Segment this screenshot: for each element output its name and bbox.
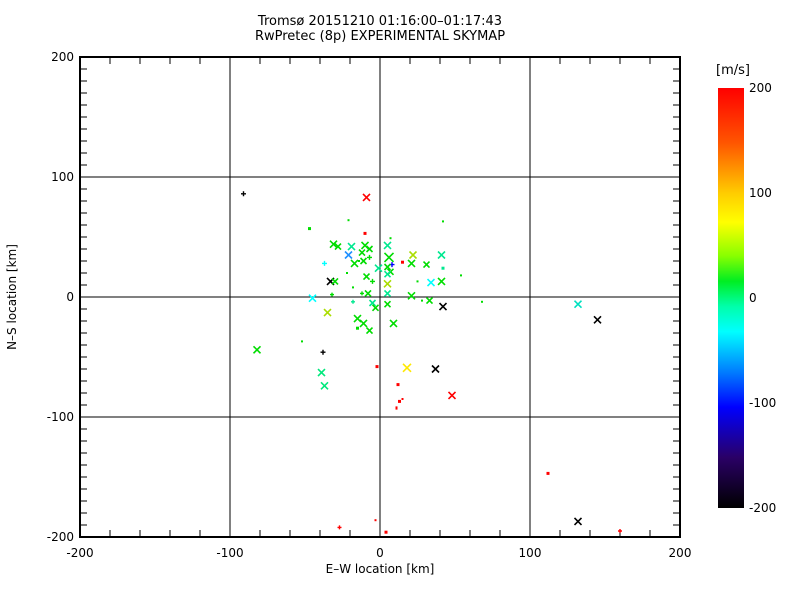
x-tick-label: 100 [519, 546, 542, 560]
scatter-point [383, 241, 392, 250]
scatter-point [323, 308, 332, 317]
scatter-point [365, 327, 374, 335]
scatter-point [363, 231, 367, 235]
colorbar-unit-label: [m/s] [716, 63, 750, 78]
scatter-point [252, 345, 262, 354]
scatter-point [360, 291, 364, 296]
scatter-point [383, 300, 392, 308]
scatter-point [347, 242, 356, 251]
x-tick-label: 0 [376, 546, 384, 560]
scatter-point [396, 383, 400, 387]
scatter-point [389, 237, 392, 240]
scatter-point [395, 407, 398, 410]
colorbar-tick-label: -200 [749, 501, 776, 515]
scatter-point [593, 315, 602, 324]
scatter-point [367, 254, 372, 260]
scatter-point [331, 277, 339, 285]
colorbar-tick-label: -100 [749, 396, 776, 410]
scatter-point [442, 220, 444, 223]
colorbar-tick-label: 100 [749, 186, 772, 200]
scatter-point [481, 300, 483, 303]
scatter-point [362, 193, 371, 202]
scatter-point [384, 530, 388, 534]
scatter-point [320, 349, 326, 355]
scatter-point [573, 517, 583, 526]
scatter-point [362, 273, 371, 281]
scatter-point [383, 279, 392, 288]
x-tick-label: 200 [669, 546, 692, 560]
scatter-point [421, 299, 423, 302]
scatter-point [374, 519, 377, 522]
scatter-point [241, 191, 246, 197]
x-tick-label: -100 [216, 546, 243, 560]
scatter-point [322, 260, 327, 266]
colorbar-tick-label: 0 [749, 291, 757, 305]
scatter-point [330, 292, 334, 297]
scatter-point [389, 319, 398, 328]
scatter-point [426, 278, 436, 287]
x-axis-label: E–W location [km] [326, 562, 435, 576]
scatter-point [308, 227, 311, 231]
scatter-point [618, 529, 622, 533]
scatter-point [401, 260, 404, 264]
scatter-point [383, 289, 392, 297]
scatter-point [301, 340, 303, 343]
scatter-point [383, 252, 395, 263]
scatter-point [359, 257, 368, 265]
scatter-point [320, 381, 329, 390]
scatter-point [447, 391, 457, 400]
scatter-point [416, 280, 419, 283]
scatter-point [407, 259, 416, 268]
scatter-point [374, 264, 383, 273]
scatter-point [358, 249, 366, 257]
scatter-point [422, 261, 431, 269]
scatter-point [358, 260, 360, 262]
scatter-point [573, 300, 583, 309]
scatter-point [402, 363, 412, 373]
scatter-point [347, 219, 350, 222]
scatter-point [425, 297, 434, 305]
scatter-point [353, 314, 362, 323]
scatter-point [337, 525, 342, 530]
scatter-point [375, 365, 379, 369]
y-tick-label: 0 [66, 290, 74, 304]
scatter-point [364, 289, 372, 297]
scatter-point [351, 299, 355, 304]
skymap-plot: -200 -100 0 100 200 -200 -100 0 100 200 E–W locati… [5, 50, 776, 576]
scatter-point [365, 245, 374, 253]
scatter-point [398, 399, 401, 403]
scatter-point [437, 250, 446, 260]
scatter-point [401, 398, 404, 400]
scatter-point [359, 319, 368, 328]
scatter-point [346, 272, 348, 274]
scatter-point [437, 277, 446, 286]
scatter-point [350, 259, 359, 268]
x-tick-label: -200 [66, 546, 93, 560]
scatter-point [407, 291, 416, 300]
scatter-point [441, 266, 445, 270]
scatter-point [317, 368, 326, 377]
scatter-point [546, 471, 550, 475]
scatter-point [356, 326, 359, 330]
scatter-point [383, 270, 392, 278]
scatter-point [352, 286, 354, 289]
colorbar [718, 88, 744, 508]
scatter-point [460, 274, 462, 277]
y-tick-label: 100 [51, 170, 74, 184]
scatter-point [308, 294, 317, 303]
colorbar-tick-label: 200 [749, 81, 772, 95]
scatter-point [438, 302, 448, 311]
y-axis-label: N–S location [km] [5, 244, 19, 350]
y-tick-label: -200 [47, 530, 74, 544]
scatter-point [408, 250, 418, 260]
scatter-point [431, 364, 440, 374]
y-tick-label: 200 [51, 50, 74, 64]
skymap-window: Tromsø 20151210 01:16:00–01:17:43 RwPret… [0, 0, 800, 600]
scatter-point [344, 250, 353, 260]
scatter-point [370, 278, 375, 284]
y-tick-label: -100 [47, 410, 74, 424]
